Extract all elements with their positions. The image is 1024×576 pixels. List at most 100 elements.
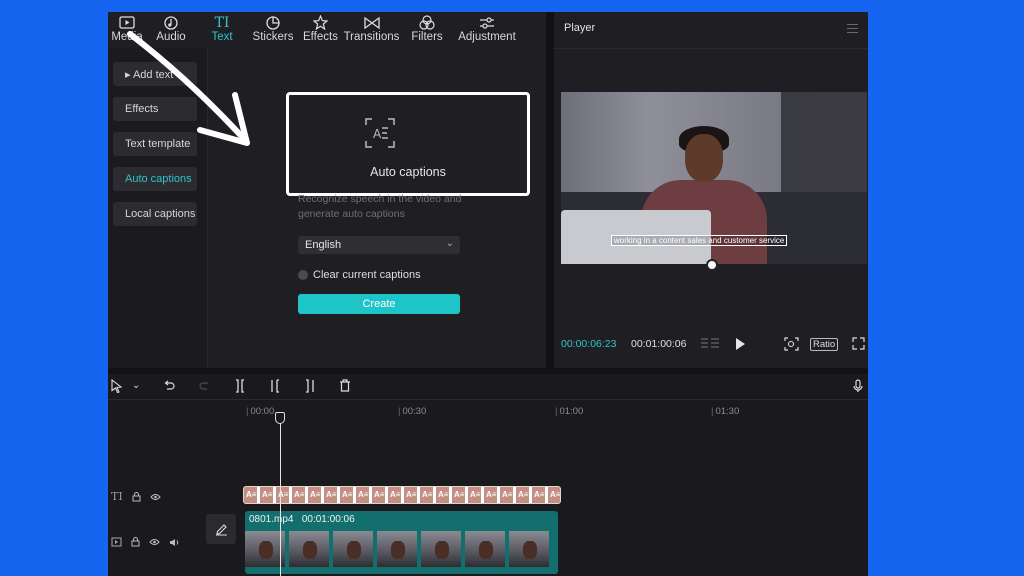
split-left-icon[interactable] [269, 379, 281, 398]
tab-transitions[interactable]: Transitions [343, 12, 400, 48]
caption-segment-label: A≡ [246, 490, 257, 499]
time-ruler[interactable]: | 00:00 | 00:30 | 01:00 | 01:30 [244, 400, 868, 420]
adjustment-icon [479, 14, 495, 31]
ruler-tick: | 00:30 [398, 406, 427, 417]
split-right-icon[interactable] [304, 379, 316, 398]
sidebar-item-local-captions[interactable]: Local captions [113, 202, 197, 226]
caption-segment-label: A≡ [518, 490, 529, 499]
tab-adjustment[interactable]: Adjustment [454, 12, 520, 48]
sidebar-item-label: Auto captions [125, 173, 192, 185]
clip-duration: 00:01:00:06 [301, 514, 355, 525]
tick-label: 00:30 [402, 406, 427, 417]
playhead-line[interactable] [280, 412, 281, 576]
tab-label: Transitions [343, 31, 400, 43]
select-cursor-icon[interactable] [111, 378, 123, 398]
video-track-icon [111, 537, 122, 547]
auto-captions-icon: A [365, 118, 395, 148]
sidebar-item-text-template[interactable]: Text template [113, 132, 197, 156]
video-track-controls [111, 537, 180, 547]
svg-text:A: A [373, 127, 382, 141]
eye-icon[interactable] [150, 493, 161, 501]
edit-cover-button[interactable] [206, 514, 236, 544]
clear-captions-checkbox[interactable]: Clear current captions [298, 269, 421, 281]
tick-label: 00:00 [250, 406, 275, 417]
redo-icon[interactable] [199, 379, 211, 397]
audio-icon [164, 14, 178, 31]
tab-filters[interactable]: Filters [400, 12, 454, 48]
caption-track[interactable]: A≡ A≡ A≡ A≡ A≡ A≡ A≡ A≡ A≡ A≡ A≡ A≡ A≡ A≡ A≡ A≡ A≡ A≡ A≡ A≡ [243, 486, 561, 504]
current-time: 00:00:06:23 [561, 338, 617, 350]
video-thumbnail [333, 531, 375, 567]
split-icon[interactable] [234, 379, 246, 398]
text-track-icon: TI [111, 490, 123, 503]
tab-media[interactable]: Media [108, 12, 146, 48]
caption-segment-label: A≡ [294, 490, 305, 499]
caption-overlay[interactable]: working in a content sales and customer … [611, 235, 788, 246]
tab-stickers[interactable]: Stickers [248, 12, 298, 48]
checkbox-icon [298, 270, 308, 280]
ruler-tick: | 00:00 [246, 406, 275, 417]
sidebar-item-effects[interactable]: Effects [113, 97, 197, 121]
microphone-icon[interactable] [853, 379, 863, 398]
caption-segment-label: A≡ [502, 490, 513, 499]
sidebar-item-add-text[interactable]: ▸ Add text [113, 62, 197, 86]
stickers-icon [266, 14, 280, 31]
caption-segment-label: A≡ [326, 490, 337, 499]
transitions-icon [363, 14, 380, 31]
tab-label: Adjustment [458, 31, 516, 43]
fullscreen-icon[interactable] [852, 337, 865, 355]
caption-segment-label: A≡ [310, 490, 321, 499]
video-thumbnail [509, 531, 551, 567]
tab-label: Text [211, 31, 233, 43]
volume-icon[interactable] [169, 538, 180, 547]
menu-icon[interactable] [847, 24, 858, 36]
caption-segment-label: A≡ [470, 490, 481, 499]
caption-segment-label: A≡ [374, 490, 385, 499]
ruler-tick: | 01:30 [711, 406, 740, 417]
clip-header: 0801.mp4 00:01:00:06 [249, 514, 355, 525]
playhead-handle[interactable] [275, 412, 285, 424]
undo-icon[interactable] [163, 379, 175, 397]
caption-segment-label: A≡ [342, 490, 353, 499]
video-preview[interactable]: working in a content sales and customer … [561, 92, 867, 264]
play-icon[interactable] [734, 337, 746, 356]
fit-screen-icon[interactable] [784, 337, 799, 356]
ratio-button[interactable]: Ratio [810, 338, 839, 351]
auto-captions-description: Recognize speech in the video and genera… [298, 193, 462, 220]
text-icon: TI [214, 14, 230, 31]
timeline-grid-icon[interactable] [700, 337, 720, 356]
timeline-toolbar: ⌄ [108, 374, 868, 400]
tab-effects[interactable]: Effects [298, 12, 343, 48]
lock-icon[interactable] [131, 537, 140, 547]
caption-segment-label: A≡ [486, 490, 497, 499]
sidebar-item-label: Text template [125, 138, 191, 150]
delete-icon[interactable] [339, 379, 351, 397]
rotate-handle-icon[interactable] [706, 259, 718, 271]
caption-segment-label: A≡ [422, 490, 433, 499]
effects-icon [313, 14, 328, 31]
chevron-down-icon[interactable]: ⌄ [132, 380, 140, 391]
clip-name: 0801.mp4 [249, 514, 294, 525]
tab-audio[interactable]: Audio [146, 12, 196, 48]
sidebar-item-label: ▸ Add text [125, 68, 174, 81]
tab-label: Audio [156, 31, 186, 43]
video-thumbnail [377, 531, 419, 567]
caption-segment-label: A≡ [406, 490, 417, 499]
video-clip[interactable]: 0801.mp4 00:01:00:06 [245, 511, 558, 574]
tab-label: Stickers [252, 31, 294, 43]
lock-icon[interactable] [132, 491, 141, 502]
capcut-app: Media Audio TI Text Stickers Effects Tra… [108, 12, 868, 576]
video-person-head [685, 134, 723, 182]
divider [554, 48, 868, 49]
video-thumbnail [465, 531, 507, 567]
sidebar-item-auto-captions[interactable]: Auto captions [113, 167, 197, 191]
tab-text[interactable]: TI Text [196, 12, 248, 48]
video-thumbnail [289, 531, 331, 567]
media-icon [119, 14, 135, 31]
auto-captions-title: Auto captions [370, 165, 446, 179]
pencil-icon [215, 523, 227, 536]
language-select[interactable]: English ⌄ [298, 236, 460, 254]
caption-segment-label: A≡ [550, 490, 561, 499]
create-button[interactable]: Create [298, 294, 460, 314]
eye-icon[interactable] [149, 538, 160, 546]
